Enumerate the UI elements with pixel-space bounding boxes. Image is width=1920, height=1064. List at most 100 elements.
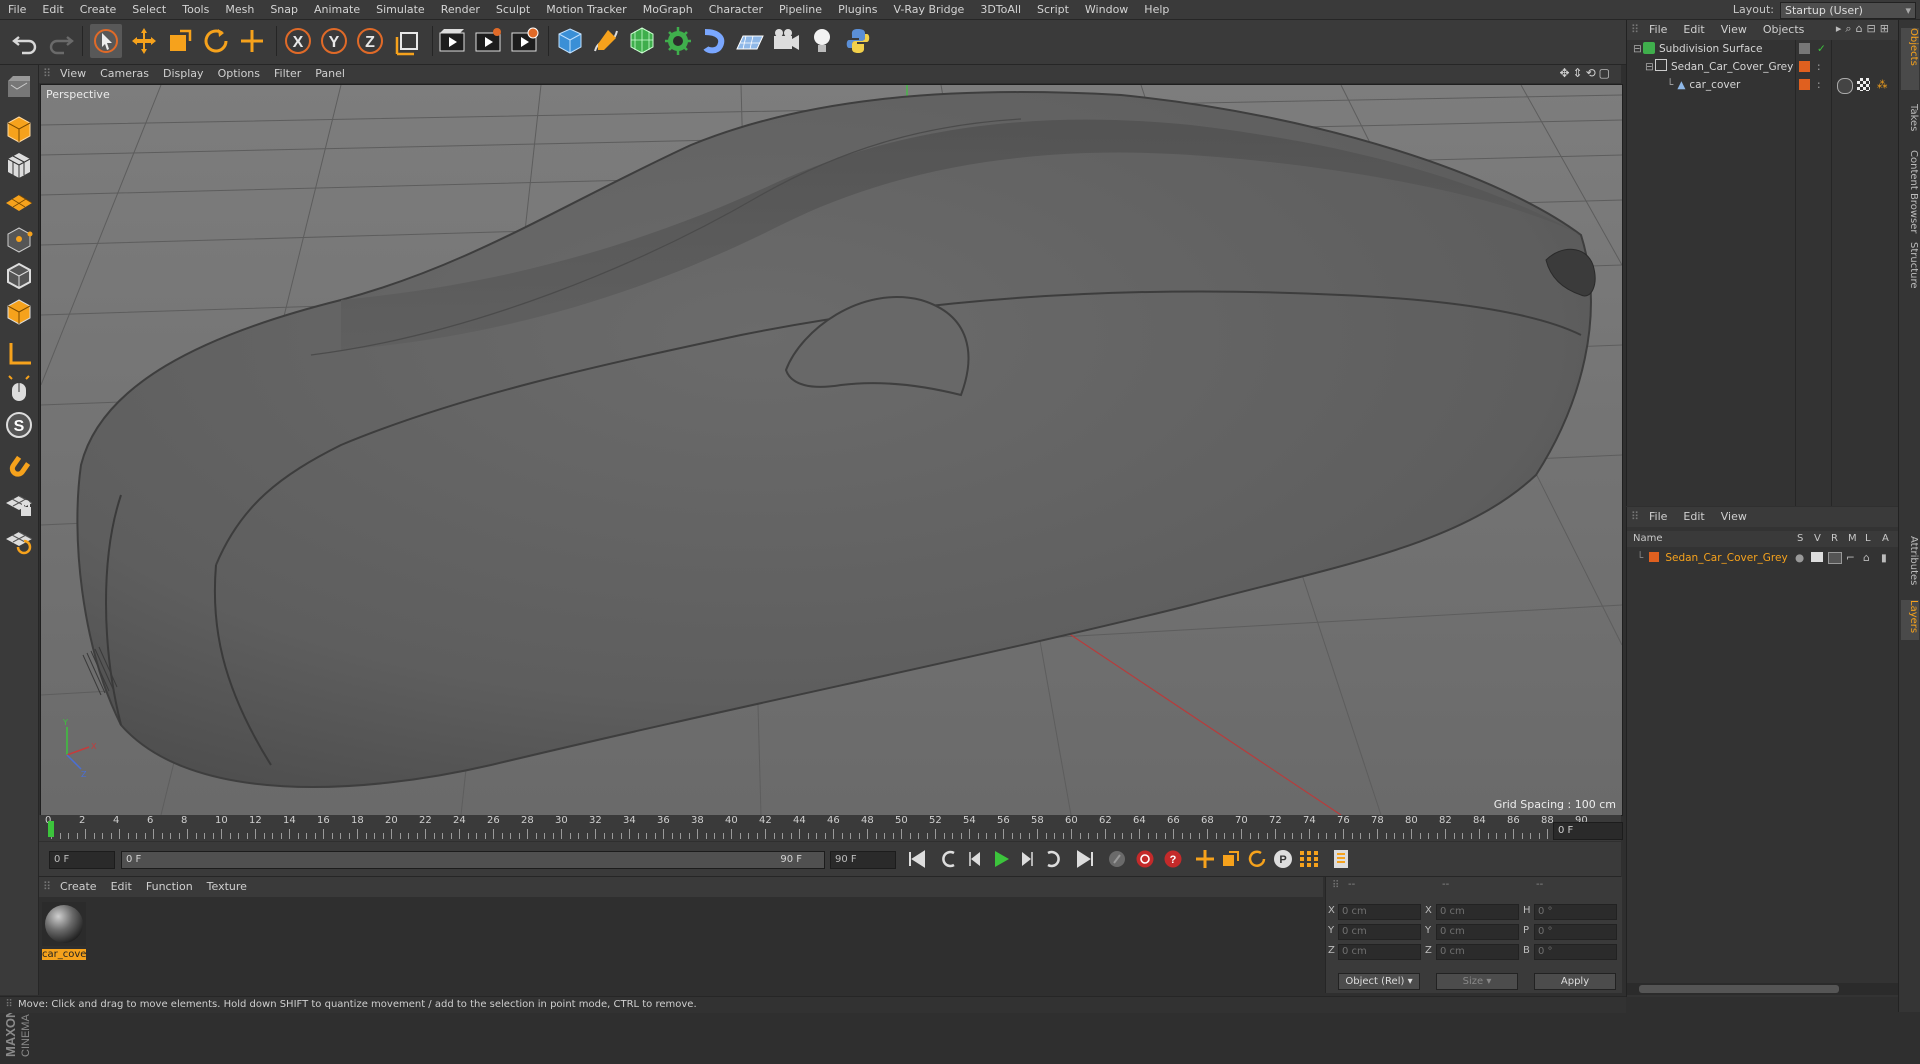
menu-edit[interactable]: Edit [34,0,71,19]
key-scale-icon[interactable] [1219,848,1243,870]
undo-icon[interactable] [10,24,42,58]
menu-sculpt[interactable]: Sculpt [488,0,538,19]
edit-render-settings-icon[interactable] [508,24,540,58]
viewport-menu-filter[interactable]: Filter [267,65,308,83]
scale-icon[interactable] [164,24,196,58]
camera-icon[interactable] [770,24,802,58]
menu-snap[interactable]: Snap [262,0,306,19]
rot-b-field[interactable]: 0 ° [1534,944,1617,960]
rot-p-field[interactable]: 0 ° [1534,924,1617,940]
menu-simulate[interactable]: Simulate [368,0,433,19]
viewport-menu-panel[interactable]: Panel [308,65,352,83]
make-editable-icon[interactable] [3,71,35,103]
solo-mode-icon[interactable]: S [3,409,35,441]
view-toggle-icon[interactable] [1811,552,1823,562]
layer-row[interactable]: └ Sedan_Car_Cover_Grey ● ⌐ ⌂ ▮ [1627,549,1899,567]
menu-motion-tracker[interactable]: Motion Tracker [538,0,634,19]
viewport-menu-view[interactable]: View [53,65,93,83]
model-mode-icon[interactable] [3,113,35,145]
menu-create[interactable]: Create [72,0,125,19]
visibility-dots-icon[interactable]: : [1817,58,1821,76]
redo-icon[interactable] [44,24,76,58]
material-menu-create[interactable]: Create [53,877,104,897]
menu-render[interactable]: Render [433,0,488,19]
layer-toggle-icon[interactable] [1799,43,1810,54]
autokeying-icon[interactable]: ? [1161,848,1185,870]
material-menu-texture[interactable]: Texture [200,877,254,897]
menu-vray-bridge[interactable]: V-Ray Bridge [885,0,972,19]
motion-record-icon[interactable] [1105,848,1129,870]
coordinate-mode-dropdown[interactable]: Object (Rel) ▾ [1338,973,1420,990]
key-point-level-icon[interactable] [1297,848,1321,870]
snap-magnet-icon[interactable] [3,451,35,483]
previous-frame-icon[interactable] [963,848,987,870]
last-tool-icon[interactable] [236,24,268,58]
key-parameter-icon[interactable]: P [1271,848,1295,870]
end-frame-field[interactable]: 90 F [830,851,896,869]
viewport-menu-options[interactable]: Options [211,65,267,83]
start-frame-field[interactable]: 0 F [49,851,115,869]
size-z-field[interactable]: 0 cm [1436,944,1519,960]
object-row-sedan-car-cover-grey[interactable]: ⊟ Sedan_Car_Cover_Grey : [1627,58,1899,76]
object-manager-tool-icons[interactable]: ▸⌕⌂⊟⊞ [1836,22,1893,36]
floor-icon[interactable] [734,24,766,58]
rot-h-field[interactable]: 0 ° [1534,904,1617,920]
menu-file[interactable]: File [0,0,34,19]
uvw-tag-icon[interactable] [1857,78,1870,91]
tab-objects[interactable]: Objects [1901,28,1919,90]
pos-x-field[interactable]: 0 cm [1338,904,1421,920]
layer-color-icon[interactable] [1799,79,1810,90]
material-menu-function[interactable]: Function [139,877,200,897]
record-keys-icon[interactable] [1133,848,1157,870]
tweak-mode-icon[interactable] [3,373,35,405]
object-menu-view[interactable]: View [1713,20,1755,40]
render-picture-viewer-icon[interactable] [472,24,504,58]
previous-key-icon[interactable] [937,848,961,870]
move-icon[interactable] [128,24,160,58]
play-forward-icon[interactable] [989,848,1013,870]
deformer-icon[interactable] [698,24,730,58]
polygons-mode-icon[interactable] [3,295,35,327]
render-view-icon[interactable] [436,24,468,58]
menu-tools[interactable]: Tools [174,0,217,19]
layout-dropdown[interactable]: Startup (User) ▾ [1780,2,1916,19]
viewport-navigation-icons[interactable]: ✥⇕⟲▢ [1559,66,1613,80]
object-menu-edit[interactable]: Edit [1675,20,1712,40]
scrollbar-thumb[interactable] [1639,985,1839,993]
preview-range-slider[interactable]: 0 F 90 F [121,851,825,869]
apply-button[interactable]: Apply [1534,973,1616,990]
key-rotation-icon[interactable] [1245,848,1269,870]
workplane-icon[interactable] [3,185,35,217]
points-mode-icon[interactable] [3,223,35,255]
timeline-ruler[interactable]: 0246810121416182022242628303234363840424… [39,815,1621,841]
menu-help[interactable]: Help [1136,0,1177,19]
material-swatch[interactable]: car_cove [42,902,86,960]
next-key-icon[interactable] [1041,848,1065,870]
pen-spline-icon[interactable] [590,24,622,58]
z-axis-lock-icon[interactable]: Z [354,24,386,58]
tab-takes[interactable]: Takes [1901,104,1919,144]
edges-mode-icon[interactable] [3,259,35,291]
enable-grid-lock-icon[interactable] [3,489,35,521]
menu-mesh[interactable]: Mesh [217,0,262,19]
live-select-icon[interactable] [90,24,122,58]
menu-animate[interactable]: Animate [306,0,368,19]
render-toggle-icon[interactable] [1828,552,1842,564]
menu-select[interactable]: Select [124,0,174,19]
cloner-icon[interactable] [662,24,694,58]
3d-viewport[interactable]: Y X Z Perspective Grid Spacing : 100 cm [40,84,1623,816]
menu-character[interactable]: Character [701,0,771,19]
current-frame-field[interactable]: 0 F [1553,822,1623,840]
cube-primitive-icon[interactable] [554,24,586,58]
menu-mograph[interactable]: MoGraph [635,0,701,19]
x-axis-lock-icon[interactable]: X [282,24,314,58]
tab-structure[interactable]: Structure [1901,242,1919,298]
size-x-field[interactable]: 0 cm [1436,904,1519,920]
menu-pipeline[interactable]: Pipeline [771,0,830,19]
layer-menu-edit[interactable]: Edit [1675,507,1712,527]
next-frame-icon[interactable] [1015,848,1039,870]
timeline-window-icon[interactable] [1329,848,1353,870]
tab-content-browser[interactable]: Content Browser [1901,150,1919,236]
manager-toggle-icon[interactable]: ⌐ [1846,549,1855,567]
viewport-menu-display[interactable]: Display [156,65,211,83]
